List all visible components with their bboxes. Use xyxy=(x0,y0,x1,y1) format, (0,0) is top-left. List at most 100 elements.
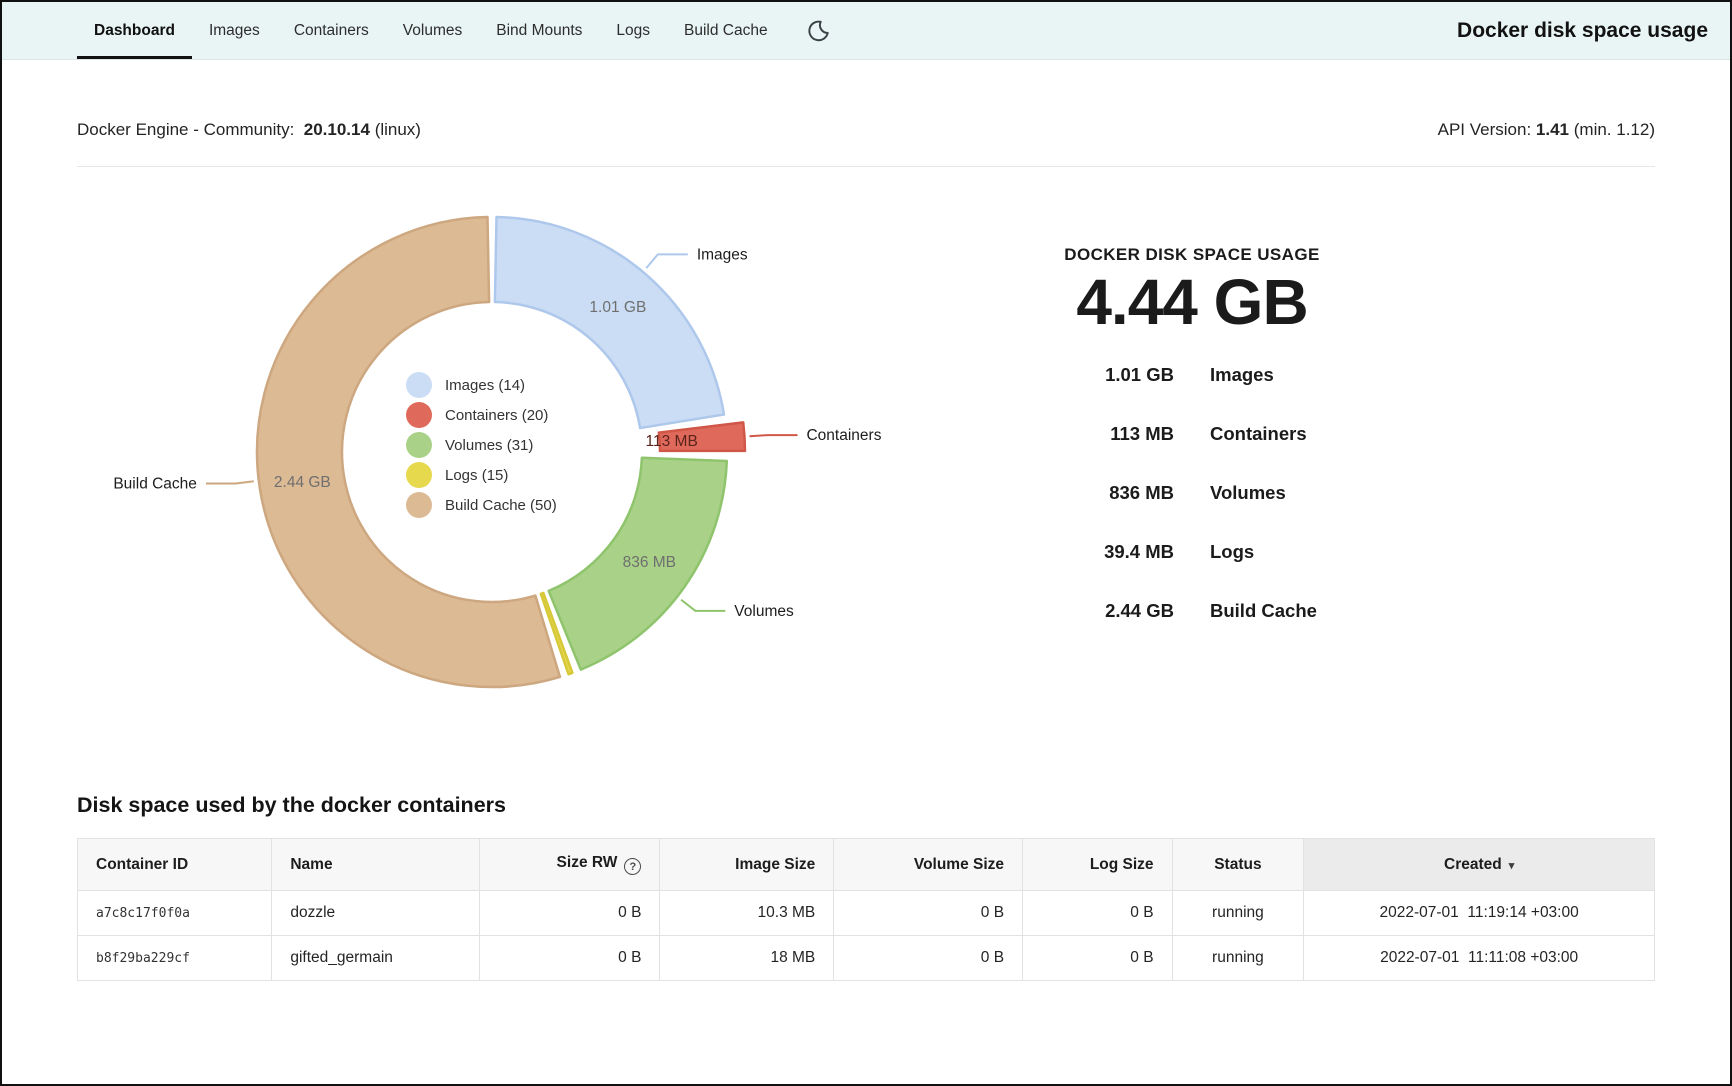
slice-callout-label: Volumes xyxy=(734,603,794,620)
summary-size: 1.01 GB xyxy=(1018,364,1174,389)
cell-container-id: b8f29ba229cf xyxy=(78,936,272,981)
containers-table-heading: Disk space used by the docker containers xyxy=(77,793,1655,818)
cell-created: 2022-07-01 11:11:08 +03:00 xyxy=(1304,936,1655,981)
summary-row-images: 1.01 GBImages xyxy=(1018,364,1366,389)
legend-dot xyxy=(406,492,432,518)
legend-item-build-cache[interactable]: Build Cache (50) xyxy=(406,492,557,518)
tab-build-cache[interactable]: Build Cache xyxy=(667,2,785,59)
cell-status: running xyxy=(1172,936,1304,981)
legend-dot xyxy=(406,372,432,398)
cell-image-size: 18 MB xyxy=(660,936,834,981)
column-header-created[interactable]: Created ▾ xyxy=(1304,839,1655,891)
api-version-min: (min. 1.12) xyxy=(1574,120,1655,139)
api-version-info: API Version: 1.41 (min. 1.12) xyxy=(1438,120,1655,140)
engine-version: 20.10.14 xyxy=(304,120,370,139)
tab-volumes[interactable]: Volumes xyxy=(386,2,479,59)
summary-label: Build Cache xyxy=(1174,600,1317,625)
cell-image-size: 10.3 MB xyxy=(660,891,834,936)
cell-container-id: a7c8c17f0f0a xyxy=(78,891,272,936)
legend-label: Images (14) xyxy=(445,377,525,394)
legend-label: Volumes (31) xyxy=(445,437,533,454)
legend-label: Containers (20) xyxy=(445,407,548,424)
table-row: a7c8c17f0f0adozzle0 B10.3 MB0 B0 Brunnin… xyxy=(78,891,1655,936)
summary-row-volumes: 836 MBVolumes xyxy=(1018,482,1366,507)
tab-bind-mounts[interactable]: Bind Mounts xyxy=(479,2,599,59)
summary-size: 836 MB xyxy=(1018,482,1174,507)
legend-label: Logs (15) xyxy=(445,467,508,484)
column-header-status[interactable]: Status xyxy=(1172,839,1304,891)
slice-callout-label: Images xyxy=(697,246,748,263)
column-header-name[interactable]: Name xyxy=(272,839,479,891)
table-header-row: Container ID Name Size RW? Image Size Volume… xyxy=(78,839,1655,891)
cell-name: gifted_germain xyxy=(272,936,479,981)
cell-name: dozzle xyxy=(272,891,479,936)
containers-table: Container ID Name Size RW? Image Size Volume… xyxy=(77,838,1655,981)
tab-containers[interactable]: Containers xyxy=(277,2,386,59)
sort-desc-icon: ▾ xyxy=(1509,860,1515,872)
legend-dot xyxy=(406,462,432,488)
cell-size-rw: 0 B xyxy=(479,936,660,981)
column-header-log-size[interactable]: Log Size xyxy=(1023,839,1173,891)
column-label: Image Size xyxy=(735,856,815,873)
containers-table-section: Disk space used by the docker containers… xyxy=(77,793,1655,981)
legend-item-containers[interactable]: Containers (20) xyxy=(406,402,557,428)
column-header-volume-size[interactable]: Volume Size xyxy=(834,839,1023,891)
engine-label: Docker Engine - Community: xyxy=(77,120,294,139)
cell-created: 2022-07-01 11:19:14 +03:00 xyxy=(1304,891,1655,936)
engine-info-row: Docker Engine - Community: 20.10.14 (lin… xyxy=(77,60,1655,166)
summary-rows: 1.01 GBImages 113 MBContainers 836 MBVolum… xyxy=(1018,364,1366,625)
summary-size: 2.44 GB xyxy=(1018,600,1174,625)
legend-item-volumes[interactable]: Volumes (31) xyxy=(406,432,557,458)
help-icon[interactable]: ? xyxy=(624,858,641,875)
column-label: Container ID xyxy=(96,856,188,873)
cell-volume-size: 0 B xyxy=(834,936,1023,981)
slice-value-label: 1.01 GB xyxy=(589,299,646,316)
column-header-image-size[interactable]: Image Size xyxy=(660,839,834,891)
tab-dashboard[interactable]: Dashboard xyxy=(77,2,192,59)
slice-value-label: 113 MB xyxy=(646,433,698,450)
summary-label: Volumes xyxy=(1174,482,1286,507)
cell-volume-size: 0 B xyxy=(834,891,1023,936)
column-header-size-rw[interactable]: Size RW? xyxy=(479,839,660,891)
legend-label: Build Cache (50) xyxy=(445,497,557,514)
summary-row-logs: 39.4 MBLogs xyxy=(1018,541,1366,566)
legend-dot xyxy=(406,402,432,428)
slice-value-label: 2.44 GB xyxy=(274,474,331,491)
nav-tabs: DashboardImagesContainersVolumesBind Mou… xyxy=(77,2,785,59)
column-label: Volume Size xyxy=(914,856,1004,873)
cell-log-size: 0 B xyxy=(1023,936,1173,981)
cell-status: running xyxy=(1172,891,1304,936)
summary-heading: DOCKER DISK SPACE USAGE xyxy=(1018,245,1366,265)
api-version-value: 1.41 xyxy=(1536,120,1569,139)
api-version-label: API Version: xyxy=(1438,120,1532,139)
slice-leader-line xyxy=(750,435,798,436)
slice-leader-line xyxy=(206,481,254,483)
engine-platform: (linux) xyxy=(375,120,421,139)
slice-callout-label: Build Cache xyxy=(113,475,197,492)
column-label: Created xyxy=(1444,856,1502,873)
cell-size-rw: 0 B xyxy=(479,891,660,936)
cell-log-size: 0 B xyxy=(1023,891,1173,936)
top-nav: DashboardImagesContainersVolumesBind Mou… xyxy=(2,2,1730,60)
summary-label: Logs xyxy=(1174,541,1254,566)
summary-row-build-cache: 2.44 GBBuild Cache xyxy=(1018,600,1366,625)
column-label: Log Size xyxy=(1090,856,1154,873)
slice-leader-line xyxy=(681,600,725,611)
summary-row-containers: 113 MBContainers xyxy=(1018,423,1366,448)
table-row: b8f29ba229cfgifted_germain0 B18 MB0 B0 B… xyxy=(78,936,1655,981)
theme-toggle-button[interactable] xyxy=(801,14,835,48)
tab-images[interactable]: Images xyxy=(192,2,277,59)
legend-item-logs[interactable]: Logs (15) xyxy=(406,462,557,488)
column-label: Status xyxy=(1214,856,1261,873)
usage-summary-panel: DOCKER DISK SPACE USAGE 4.44 GB 1.01 GBI… xyxy=(1018,245,1366,659)
column-header-container-id[interactable]: Container ID xyxy=(78,839,272,891)
slice-callout-label: Containers xyxy=(806,427,881,444)
legend-dot xyxy=(406,432,432,458)
summary-size: 113 MB xyxy=(1018,423,1174,448)
disk-usage-donut-chart: 1.01 GBImages113 MBContainers836 MBVolum… xyxy=(2,167,982,785)
column-label: Name xyxy=(290,856,332,873)
tab-logs[interactable]: Logs xyxy=(599,2,667,59)
legend-item-images[interactable]: Images (14) xyxy=(406,372,557,398)
column-label: Size RW xyxy=(557,854,618,871)
engine-info: Docker Engine - Community: 20.10.14 (lin… xyxy=(77,120,421,140)
